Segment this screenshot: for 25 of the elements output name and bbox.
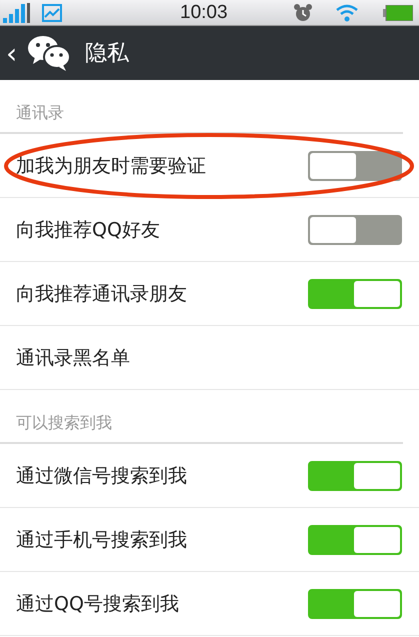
page-title: 隐私 [85,40,130,68]
toggle-switch[interactable] [308,460,402,490]
section-header: 可以搜索到我 [0,390,403,444]
toggle-switch[interactable] [308,150,402,180]
setting-label: 向我推荐QQ好友 [16,218,160,242]
setting-label: 加我为朋友时需要验证 [16,154,206,178]
menu-item[interactable]: 通讯录黑名单 [0,326,419,390]
setting-label: 向我推荐通讯录朋友 [16,282,187,306]
setting-label: 通过手机号搜索到我 [16,528,187,552]
toggle-switch[interactable] [308,524,402,554]
toggle-switch[interactable] [308,588,402,618]
wifi-icon [335,4,359,22]
back-button[interactable]: ‹ [2,36,22,70]
setting-label: 通过QQ号搜索到我 [16,592,179,616]
setting-label: 通讯录黑名单 [16,346,130,370]
alarm-clock-icon [293,2,313,22]
setting-label: 通过微信号搜索到我 [16,464,187,488]
image-icon [42,4,62,22]
section-header: 通讯录 [0,80,403,134]
status-time: 10:03 [180,2,228,24]
toggle-switch[interactable] [308,278,402,308]
battery-icon [383,4,413,20]
chat-bubbles-icon [27,35,72,71]
toggle-switch[interactable] [308,214,402,244]
signal-icon [2,2,30,22]
